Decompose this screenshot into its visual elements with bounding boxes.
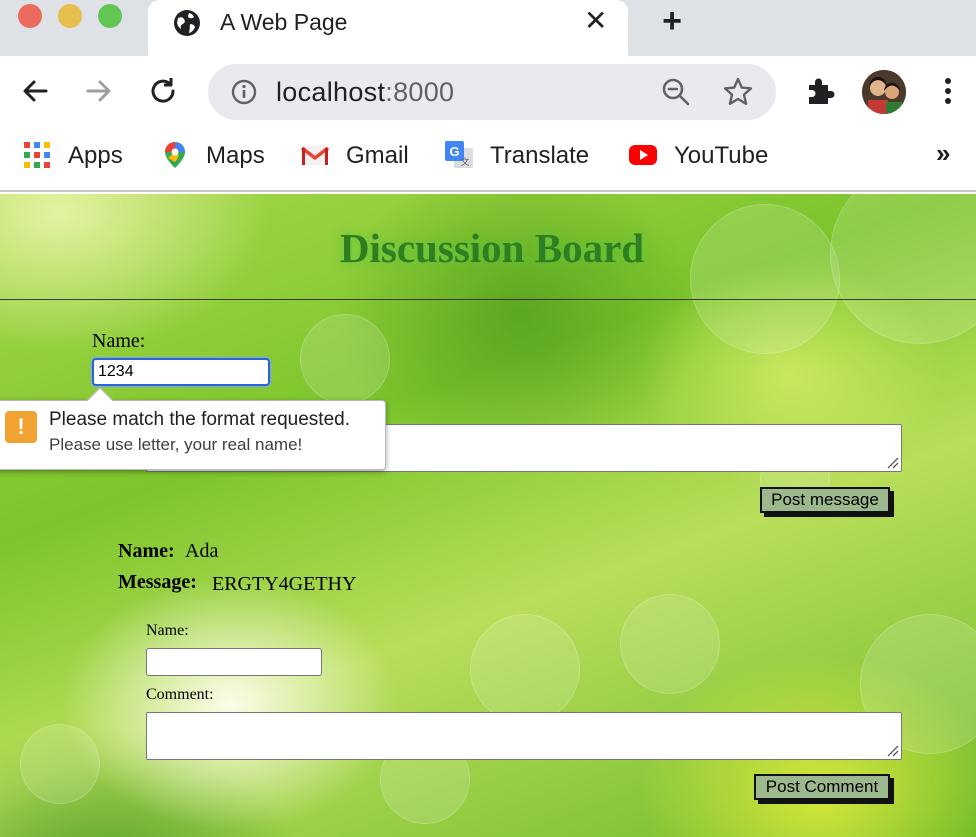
profile-avatar[interactable] — [862, 70, 906, 114]
bookmark-label: YouTube — [674, 142, 769, 169]
svg-text:G: G — [449, 144, 459, 159]
validation-detail: Please use letter, your real name! — [49, 435, 303, 454]
bookmark-youtube[interactable]: YouTube — [628, 138, 778, 174]
page-viewport: Discussion Board Name: Post message Name… — [0, 194, 976, 837]
translate-icon: G 文 — [445, 141, 473, 168]
message-text-label: Message: — [118, 571, 197, 593]
message-author: Ada — [185, 540, 219, 562]
window-close-button[interactable] — [18, 4, 42, 28]
close-tab-icon[interactable]: ✕ — [584, 6, 607, 36]
page-title: Discussion Board — [339, 225, 645, 271]
avatar-photo-icon — [862, 70, 906, 114]
bookmark-label: Gmail — [346, 142, 409, 169]
bokeh-decoration — [20, 724, 100, 804]
address-bar[interactable]: localhost:8000 — [208, 64, 776, 120]
more-bookmarks-chevron-icon[interactable]: » — [936, 138, 950, 168]
tab-title: A Web Page — [220, 9, 348, 35]
site-info-icon[interactable] — [230, 78, 258, 106]
message-author-label: Name: — [118, 540, 175, 562]
window-minimize-button[interactable] — [58, 4, 82, 28]
warning-icon: ! — [5, 411, 37, 443]
comment-textarea[interactable] — [146, 712, 902, 760]
name-label: Name: — [92, 330, 146, 352]
comment-label: Comment: — [146, 686, 214, 703]
bokeh-decoration — [470, 614, 580, 724]
forward-arrow-icon[interactable] — [82, 74, 116, 108]
bookmark-star-icon[interactable] — [722, 76, 754, 108]
browser-tab[interactable]: A Web Page ✕ — [148, 0, 628, 56]
new-tab-icon[interactable]: + — [656, 4, 688, 40]
youtube-icon — [629, 145, 657, 165]
reload-icon[interactable] — [146, 74, 180, 108]
svg-text:文: 文 — [460, 156, 469, 168]
browser-toolbar: localhost:8000 — [0, 56, 976, 128]
bookmark-gmail[interactable]: Gmail — [300, 138, 420, 174]
resize-grip-icon[interactable] — [885, 455, 899, 469]
bokeh-decoration — [300, 314, 390, 404]
bokeh-decoration — [620, 594, 720, 694]
bookmark-apps[interactable]: Apps — [22, 138, 132, 174]
gmail-icon — [300, 146, 330, 165]
post-comment-button[interactable]: Post Comment — [754, 774, 890, 800]
validation-tooltip: ! Please match the format requested. Ple… — [0, 387, 386, 470]
bookmark-translate[interactable]: G 文 Translate — [444, 138, 604, 174]
bookmark-label: Maps — [206, 142, 265, 169]
title-divider — [0, 299, 976, 300]
extensions-puzzle-icon[interactable] — [804, 74, 838, 108]
bookmark-label: Translate — [490, 142, 590, 169]
comment-name-label: Name: — [146, 622, 189, 639]
post-message-button[interactable]: Post message — [760, 487, 890, 513]
validation-title: Please match the format requested. — [49, 409, 350, 430]
maps-pin-icon — [165, 142, 185, 168]
tab-strip: A Web Page ✕ + — [0, 0, 976, 56]
comment-name-input[interactable] — [146, 648, 322, 676]
name-input[interactable] — [92, 358, 270, 386]
bookmark-maps[interactable]: Maps — [160, 138, 270, 174]
globe-icon — [174, 10, 200, 36]
resize-grip-icon[interactable] — [885, 743, 899, 757]
bookmark-label: Apps — [68, 142, 123, 169]
back-arrow-icon[interactable] — [18, 74, 52, 108]
url-text[interactable]: localhost:8000 — [276, 76, 454, 108]
apps-grid-icon — [24, 142, 50, 168]
bookmarks-bar: Apps Maps Gmail G 文 Translate YouTube » — [0, 128, 976, 192]
window-zoom-button[interactable] — [98, 4, 122, 28]
zoom-out-icon[interactable] — [660, 76, 692, 108]
message-text: ERGTY4GETHY — [212, 573, 357, 595]
more-vert-icon[interactable] — [934, 74, 962, 108]
